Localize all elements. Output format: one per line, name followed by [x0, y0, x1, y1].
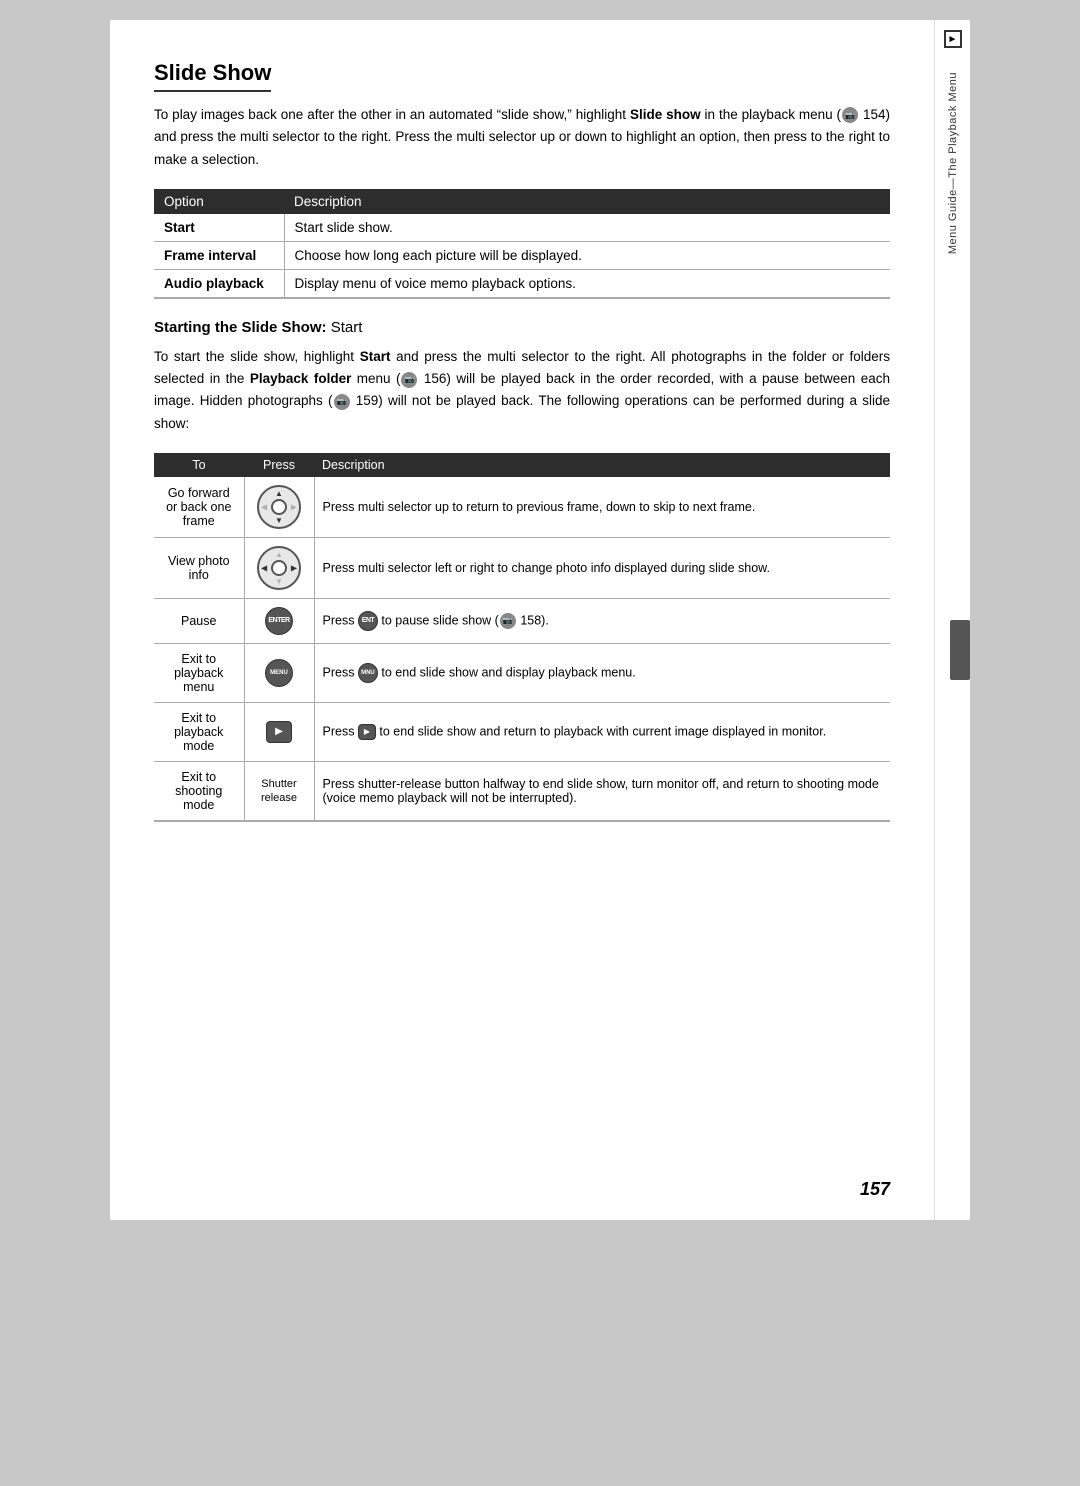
section-heading-normal: Start: [331, 319, 363, 336]
play-button-icon: ▶: [266, 721, 292, 743]
section-heading: Starting the Slide Show: Start: [154, 319, 890, 336]
multi-selector-ud-icon: ▲ ▼ ◀ ▶: [257, 485, 301, 529]
option-cell: Frame interval: [154, 241, 284, 269]
enter-button-icon: ENTER: [265, 607, 293, 635]
description-col-header: Description: [284, 189, 890, 214]
playback-icon: ►: [944, 30, 962, 48]
to-cell: Exit to playback mode: [154, 702, 244, 761]
ops-row-pause: Pause ENTER Press ENT to pause slide sho…: [154, 598, 890, 643]
to-cell: Exit to shooting mode: [154, 761, 244, 821]
to-col-header: To: [154, 453, 244, 477]
to-cell: Go forward or back one frame: [154, 477, 244, 538]
page-wrapper: Slide Show To play images back one after…: [110, 20, 970, 1220]
multi-selector-lr-icon: ▲ ▼ ◀ ▶: [257, 546, 301, 590]
desc-cell: Choose how long each picture will be dis…: [284, 241, 890, 269]
option-cell: Audio playback: [154, 269, 284, 298]
table-row: Start Start slide show.: [154, 214, 890, 242]
page-title: Slide Show: [154, 60, 271, 92]
press-cell: ▲ ▼ ◀ ▶: [244, 477, 314, 538]
shutter-release-label: Shutterrelease: [261, 777, 297, 806]
table-row: Audio playback Display menu of voice mem…: [154, 269, 890, 298]
section-heading-bold: Starting the Slide Show:: [154, 319, 327, 336]
sidebar: ► Menu Guide—The Playback Menu: [934, 20, 970, 1220]
desc-cell: Display menu of voice memo playback opti…: [284, 269, 890, 298]
desc-cell: Press multi selector up to return to pre…: [314, 477, 890, 538]
press-cell: ▶: [244, 702, 314, 761]
press-col-header: Press: [244, 453, 314, 477]
ops-row-exit-menu: Exit to playback menu MENU Press MNU to …: [154, 643, 890, 702]
page-number: 157: [860, 1179, 890, 1200]
desc-cell: Press ▶ to end slide show and return to …: [314, 702, 890, 761]
option-table: Option Description Start Start slide sho…: [154, 189, 890, 299]
ops-row-forward-back: Go forward or back one frame ▲ ▼ ◀ ▶: [154, 477, 890, 538]
option-cell: Start: [154, 214, 284, 242]
main-content: Slide Show To play images back one after…: [110, 20, 934, 1220]
press-cell: Shutterrelease: [244, 761, 314, 821]
table-row: Frame interval Choose how long each pict…: [154, 241, 890, 269]
scroll-indicator[interactable]: [950, 620, 970, 680]
desc-cell: Press MNU to end slide show and display …: [314, 643, 890, 702]
to-cell: Pause: [154, 598, 244, 643]
to-cell: View photo info: [154, 537, 244, 598]
desc-col-header: Description: [314, 453, 890, 477]
desc-cell: Start slide show.: [284, 214, 890, 242]
operations-table: To Press Description Go forward or back …: [154, 453, 890, 822]
ops-row-exit-playback: Exit to playback mode ▶ Press ▶ to end s…: [154, 702, 890, 761]
section-body-text: To start the slide show, highlight Start…: [154, 346, 890, 435]
desc-cell: Press ENT to pause slide show (📷 158).: [314, 598, 890, 643]
option-col-header: Option: [154, 189, 284, 214]
ops-row-photo-info: View photo info ▲ ▼ ◀ ▶: [154, 537, 890, 598]
press-cell: MENU: [244, 643, 314, 702]
ops-row-exit-shooting: Exit to shooting mode Shutterrelease Pre…: [154, 761, 890, 821]
sidebar-label: Menu Guide—The Playback Menu: [947, 72, 959, 254]
desc-cell: Press multi selector left or right to ch…: [314, 537, 890, 598]
press-cell: ENTER: [244, 598, 314, 643]
intro-paragraph: To play images back one after the other …: [154, 104, 890, 171]
press-cell: ▲ ▼ ◀ ▶: [244, 537, 314, 598]
to-cell: Exit to playback menu: [154, 643, 244, 702]
menu-button-icon: MENU: [265, 659, 293, 687]
desc-cell: Press shutter-release button halfway to …: [314, 761, 890, 821]
